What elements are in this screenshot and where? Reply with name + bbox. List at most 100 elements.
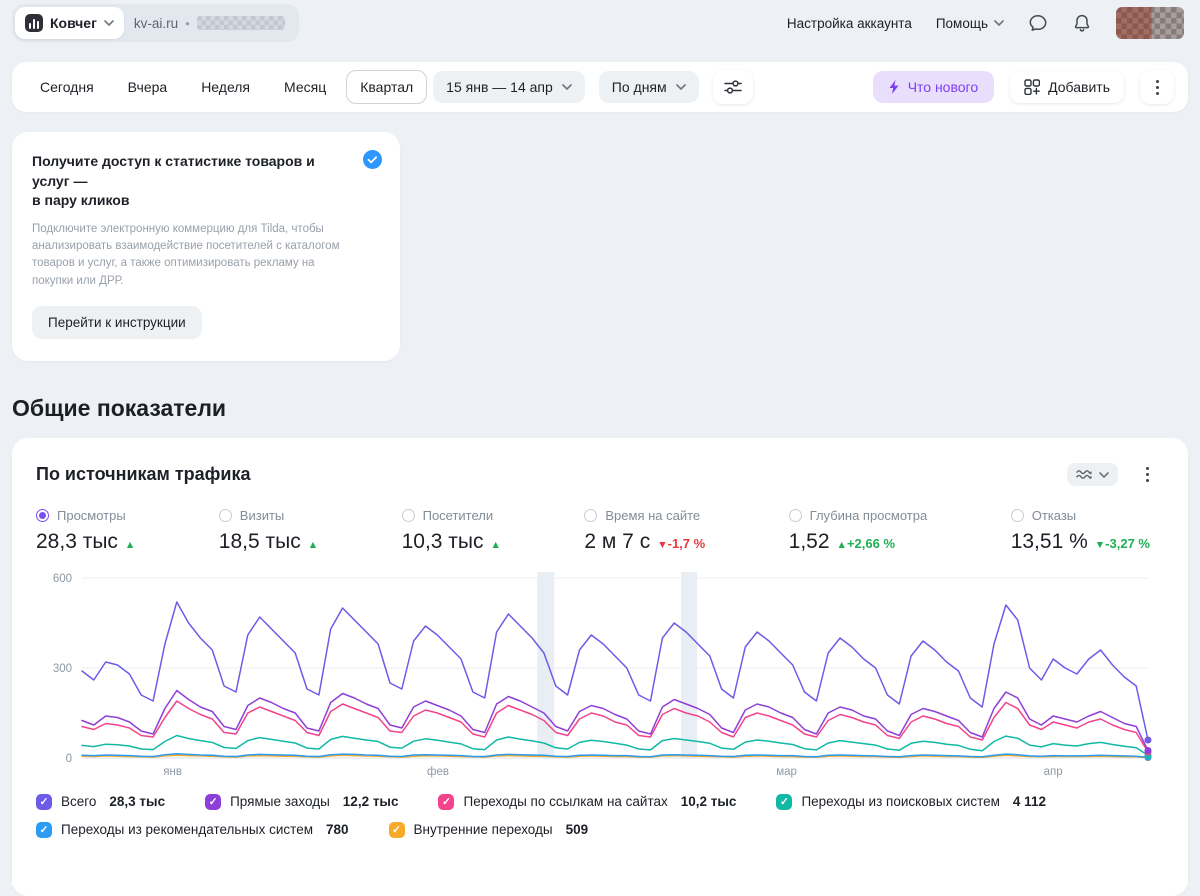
legend-value: 4 112 [1012,794,1046,810]
legend-value: 780 [326,822,349,838]
checkbox-checked-icon: ✓ [776,793,793,810]
topbar-right: Настройка аккаунта Помощь [787,7,1184,39]
metric-label: Посетители [422,507,494,523]
promo-title-line1: Получите доступ к статистике товаров и у… [32,153,315,189]
filters-button[interactable] [712,70,753,104]
promo-description: Подключите электронную коммерцию для Til… [32,222,340,287]
legend-label: Всего [61,794,97,810]
legend-value: 12,2 тыс [342,794,399,810]
chevron-down-icon [561,84,572,90]
legend-label: Прямые заходы [230,794,330,810]
promo-title-line2: в пару кликов [32,192,130,209]
date-range-picker[interactable]: 15 янв — 14 апр [433,71,585,103]
legend-value: 28,3 тыс [109,794,166,810]
card-menu-button[interactable] [1130,458,1164,492]
user-avatar[interactable] [1116,7,1184,39]
tab-yesterday[interactable]: Вчера [114,70,182,104]
metric-value: 28,3 тыс [36,529,118,553]
checkbox-checked-icon: ✓ [388,821,405,838]
check-circle-icon [363,150,382,169]
help-menu[interactable]: Помощь [936,16,1004,31]
chart-legend: ✓ Всего 28,3 тыс ✓ Прямые заходы 12,2 ты… [36,793,1164,838]
checkbox-checked-icon: ✓ [438,793,455,810]
tab-week[interactable]: Неделя [187,70,264,104]
svg-text:фев: фев [427,766,449,778]
checkbox-checked-icon: ✓ [36,821,52,838]
project-selector[interactable]: Ковчег [15,7,124,39]
granularity-label: По дням [611,79,667,95]
tab-month[interactable]: Месяц [270,70,340,104]
legend-item-total[interactable]: ✓ Всего 28,3 тыс [36,793,166,810]
traffic-chart-svg[interactable]: 0 300 600 янв фев мар апр [36,568,1164,780]
legend-label: Переходы по ссылкам на сайтах [463,794,668,810]
period-toolbar: Сегодня Вчера Неделя Месяц Квартал 15 ян… [12,62,1188,112]
tab-today[interactable]: Сегодня [26,70,108,104]
tab-quarter[interactable]: Квартал [346,70,428,104]
legend-item-search[interactable]: ✓ Переходы из поисковых систем 4 112 [776,793,1046,810]
legend-value: 509 [565,822,589,838]
metric-value: 13,51 % [1010,529,1088,553]
legend-value: 10,2 тыс [680,794,737,810]
metric-visits[interactable]: Визиты 18,5 тыс ▲ [218,507,318,554]
card-title: По источникам трафика [36,464,251,485]
metric-value: 18,5 тыс [218,529,301,553]
project-switcher: Ковчег kv-ai.ru • [12,4,299,42]
promo-cta-button[interactable]: Перейти к инструкции [32,305,202,339]
metric-value: 10,3 тыс [401,529,484,553]
account-settings-link[interactable]: Настройка аккаунта [787,16,912,31]
chevron-down-icon [994,20,1004,26]
card-controls [1067,458,1164,492]
legend-label: Переходы из поисковых систем [801,794,1000,810]
radio-icon [788,508,802,522]
sliders-icon [723,80,742,94]
promo-card: Получите доступ к статистике товаров и у… [12,132,400,361]
svg-text:мар: мар [776,766,797,778]
granularity-select[interactable]: По дням [598,71,699,103]
metric-bounce-rate[interactable]: Отказы 13,51 % ▼-3,27 % [1010,507,1150,554]
svg-text:апр: апр [1044,766,1063,778]
legend-item-direct[interactable]: ✓ Прямые заходы 12,2 тыс [205,793,399,810]
lightning-icon [889,80,899,94]
radio-icon [1010,508,1024,522]
metric-time-on-site[interactable]: Время на сайте 2 м 7 с ▼-1,7 % [584,508,705,554]
chart-type-select[interactable] [1067,463,1118,487]
next-card-peek [12,872,1188,886]
promo-title: Получите доступ к статистике товаров и у… [32,152,350,211]
censored-counter-id [196,16,285,30]
traffic-chart[interactable]: 0 300 600 янв фев мар апр [36,568,1164,780]
metric-views[interactable]: Просмотры 28,3 тыс ▲ [36,508,135,554]
notifications-bell-icon[interactable] [1072,13,1092,33]
metric-value: 1,52 [788,529,830,553]
svg-text:0: 0 [66,753,72,765]
svg-text:300: 300 [53,663,72,675]
legend-label: Внутренние переходы [413,822,553,838]
project-name: Ковчег [50,15,97,31]
radio-selected-icon [36,508,49,522]
toolbar-menu-button[interactable] [1140,70,1174,104]
whats-new-button[interactable]: Что нового [872,71,995,103]
metric-value: 2 м 7 с [584,529,651,553]
metric-label: Отказы [1031,507,1077,523]
chevron-down-icon [675,84,686,90]
traffic-sources-card: По источникам трафика Просмотры 28,3 тыс… [12,437,1188,896]
help-label: Помощь [935,15,988,31]
metric-label: Время на сайте [605,507,701,523]
checkbox-checked-icon: ✓ [36,793,52,810]
legend-item-recommenders[interactable]: ✓ Переходы из рекомендательных систем 78… [36,821,349,838]
metric-depth[interactable]: Глубина просмотра 1,52 ▲+2,66 % [788,508,927,554]
legend-label: Переходы из рекомендательных систем [61,822,313,838]
legend-item-internal[interactable]: ✓ Внутренние переходы 509 [388,821,589,838]
svg-text:янв: янв [163,766,182,778]
metric-selector-row: Просмотры 28,3 тыс ▲ Визиты 18,5 тыс ▲ Пос… [36,508,1164,554]
section-title: Общие показатели [12,394,227,421]
whats-new-label: Что нового [907,79,979,95]
radio-icon [401,508,415,522]
metric-label: Визиты [239,507,285,523]
metric-visitors[interactable]: Посетители 10,3 тыс ▲ [401,507,501,554]
add-widget-button[interactable]: Добавить [1010,71,1124,103]
legend-item-site-links[interactable]: ✓ Переходы по ссылкам на сайтах 10,2 тыс [438,793,737,810]
chat-icon[interactable] [1028,13,1048,33]
date-range-label: 15 янв — 14 апр [446,79,553,95]
add-widget-icon [1024,79,1041,95]
site-domain[interactable]: kv-ai.ru [134,16,178,31]
